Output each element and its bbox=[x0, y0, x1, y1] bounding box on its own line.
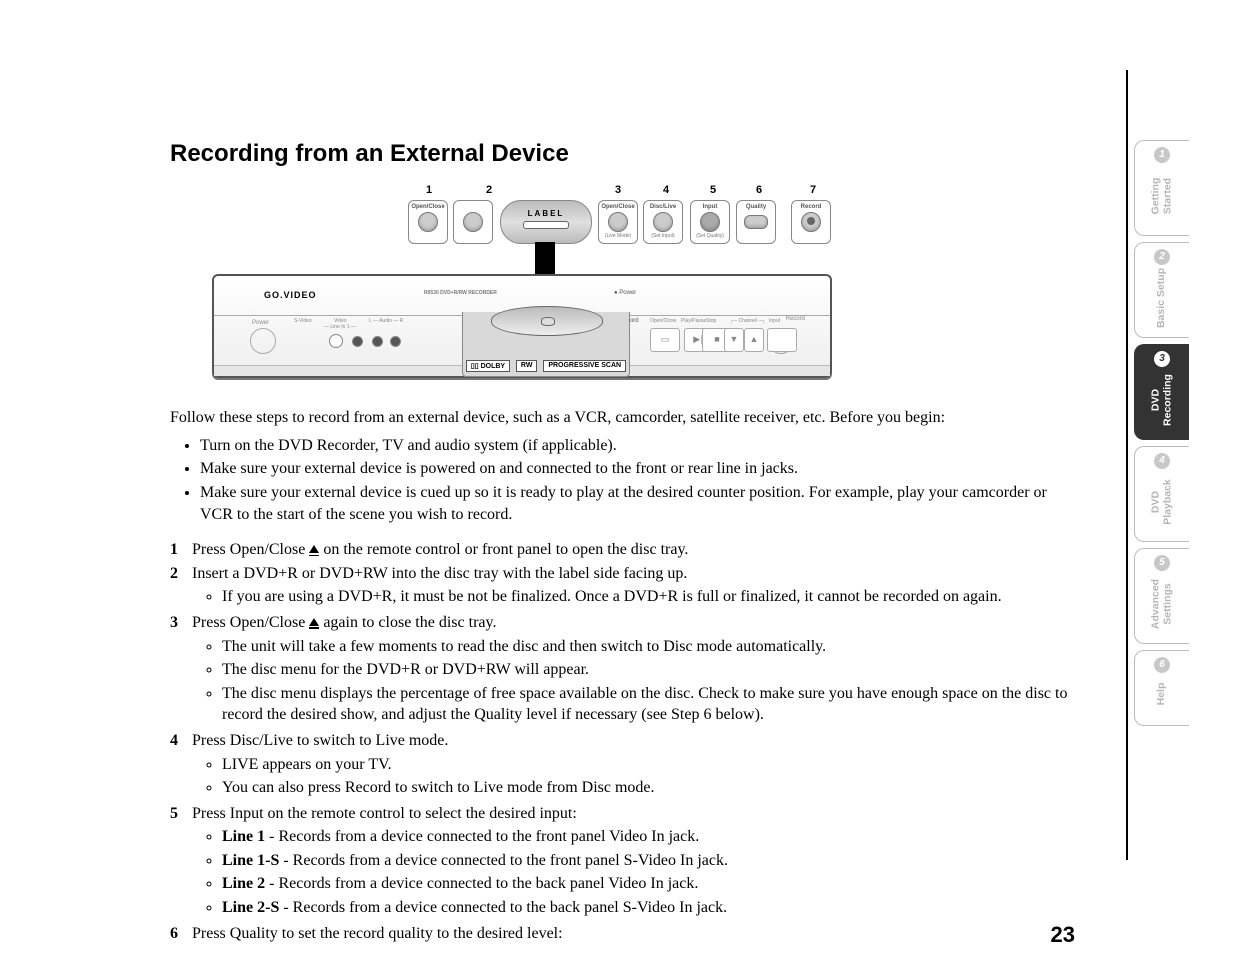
rw-logo: RW bbox=[516, 360, 538, 372]
step-2: Insert a DVD+R or DVD+RW into the disc t… bbox=[170, 563, 1080, 608]
page-title: Recording from an External Device bbox=[170, 140, 1125, 168]
line-in-label: — Line In 1 — bbox=[324, 324, 356, 330]
step-1: Press Open/Close on the remote control o… bbox=[170, 539, 1080, 561]
jack-video-label: Video bbox=[334, 318, 347, 324]
remote-control-row: 1 2 3 4 5 6 7 Open/Close LABEL Open/Clos… bbox=[210, 184, 830, 246]
tab-dvd-recording[interactable]: 3 DVDRecording bbox=[1134, 344, 1189, 440]
device-model: R6530 DVD+R/RW RECORDER bbox=[424, 290, 497, 296]
disc-label-indicator: LABEL bbox=[500, 200, 592, 244]
step-marker-4: 4 bbox=[663, 184, 669, 196]
section-tabs: 1 GettingStarted 2 Basic Setup 3 DVDReco… bbox=[1134, 140, 1194, 732]
steps-list: Press Open/Close on the remote control o… bbox=[170, 539, 1080, 944]
step-2-sub: If you are using a DVD+R, it must be not… bbox=[222, 586, 1080, 608]
remote-openclose-1: Open/Close bbox=[408, 200, 448, 244]
tab-basic-setup[interactable]: 2 Basic Setup bbox=[1134, 242, 1189, 338]
step-4: Press Disc/Live to switch to Live mode. … bbox=[170, 730, 1080, 799]
precheck-item: Make sure your external device is cued u… bbox=[200, 482, 1080, 525]
tab-getting-started[interactable]: 1 GettingStarted bbox=[1134, 140, 1189, 236]
step-marker-6: 6 bbox=[756, 184, 762, 196]
jack-audio-r-icon bbox=[390, 336, 401, 347]
jack-svideo-icon bbox=[329, 334, 343, 348]
jack-video-icon bbox=[352, 336, 363, 347]
progressive-logo: PROGRESSIVE SCAN bbox=[543, 360, 626, 372]
disc-tray-icon: ▯▯ DOLBY RW PROGRESSIVE SCAN bbox=[462, 312, 630, 377]
disc-icon bbox=[491, 306, 603, 336]
power-indicator: ● Power bbox=[614, 290, 636, 296]
jack-audio-l-icon bbox=[372, 336, 383, 347]
page-number: 23 bbox=[1051, 922, 1075, 948]
step-5-sub: Line 1-S - Records from a device connect… bbox=[222, 850, 1080, 872]
eject-icon bbox=[309, 614, 319, 631]
remote-openclose-2: Open/Close(Live Mode) bbox=[598, 200, 638, 244]
openclose-button-icon: ▭ bbox=[650, 328, 680, 352]
step-6: Press Quality to set the record quality … bbox=[170, 923, 1080, 945]
step-3-sub: The disc menu displays the percentage of… bbox=[222, 683, 1080, 726]
step-3-sub: The disc menu for the DVD+R or DVD+RW wi… bbox=[222, 659, 1080, 681]
step-5-sub: Line 1 - Records from a device connected… bbox=[222, 826, 1080, 848]
step-5: Press Input on the remote control to sel… bbox=[170, 803, 1080, 919]
page-divider bbox=[1126, 70, 1128, 860]
step-marker-5: 5 bbox=[710, 184, 716, 196]
tab-advanced-settings[interactable]: 5 AdvancedSettings bbox=[1134, 548, 1189, 644]
ctl-channel-label: ┌─ Channel ─┐ bbox=[730, 318, 766, 324]
dolby-logo: ▯▯ DOLBY bbox=[466, 360, 510, 372]
device-brand: GO.VIDEO bbox=[264, 290, 317, 300]
ctl-playpause-label: Play/Pause bbox=[681, 318, 706, 324]
ctl-stop-label: Stop bbox=[706, 318, 716, 324]
power-label: Power bbox=[252, 320, 269, 326]
record-label: Record bbox=[786, 316, 805, 322]
tab-dvd-playback[interactable]: 4 DVDPlayback bbox=[1134, 446, 1189, 542]
remote-disclive: Disc/Live(Set Input) bbox=[643, 200, 683, 244]
eject-icon bbox=[309, 541, 319, 558]
manual-page: Recording from an External Device 1 2 3 … bbox=[170, 140, 1125, 946]
channel-up-icon: ▲ bbox=[744, 328, 764, 352]
step-5-sub: Line 2-S - Records from a device connect… bbox=[222, 897, 1080, 919]
input-button-icon bbox=[767, 328, 797, 352]
step-marker-2: 2 bbox=[486, 184, 492, 196]
remote-input: Input(Set Quality) bbox=[690, 200, 730, 244]
step-3-sub: The unit will take a few moments to read… bbox=[222, 636, 1080, 658]
jack-audio-label: L — Audio — R bbox=[369, 318, 403, 324]
remote-blank bbox=[453, 200, 493, 244]
remote-record: Record bbox=[791, 200, 831, 244]
step-4-sub: LIVE appears on your TV. bbox=[222, 754, 1080, 776]
device-diagram: 1 2 3 4 5 6 7 Open/Close LABEL Open/Clos… bbox=[210, 184, 830, 384]
step-4-sub: You can also press Record to switch to L… bbox=[222, 777, 1080, 799]
step-marker-1: 1 bbox=[426, 184, 432, 196]
ctl-input-label: Input bbox=[769, 318, 780, 324]
precheck-item: Make sure your external device is powere… bbox=[200, 458, 1080, 480]
step-3: Press Open/Close again to close the disc… bbox=[170, 612, 1080, 726]
power-button-icon bbox=[250, 328, 276, 354]
remote-quality: Quality bbox=[736, 200, 776, 244]
precheck-item: Turn on the DVD Recorder, TV and audio s… bbox=[200, 435, 1080, 457]
ctl-openclose-label: Open/Close bbox=[650, 318, 676, 324]
intro-text: Follow these steps to record from an ext… bbox=[170, 408, 1080, 429]
jack-svideo-label: S-Video bbox=[294, 318, 312, 324]
step-marker-3: 3 bbox=[615, 184, 621, 196]
tab-help[interactable]: 6 Help bbox=[1134, 650, 1189, 726]
channel-down-icon: ▼ bbox=[724, 328, 744, 352]
precheck-list: Turn on the DVD Recorder, TV and audio s… bbox=[170, 435, 1080, 525]
step-5-sub: Line 2 - Records from a device connected… bbox=[222, 873, 1080, 895]
step-marker-7: 7 bbox=[810, 184, 816, 196]
